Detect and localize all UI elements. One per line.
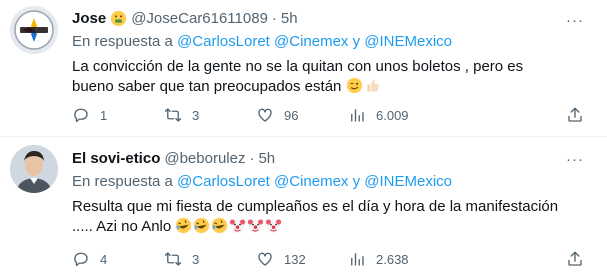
tweet[interactable]: El sovi-etico @beborulez · 5h ··· En res… [0,137,607,277]
thumbs-up-emoji-icon [366,79,379,92]
tweet[interactable]: Jose @JoseCar61611089 · 5h ··· En respue… [0,0,607,137]
reply-prefix: En respuesta a [72,173,173,190]
share-icon [568,107,582,122]
timestamp[interactable]: 5h [258,150,275,167]
timestamp[interactable]: 5h [281,10,298,27]
views-count: 2.638 [376,251,409,267]
rofl-emoji-icon [212,217,228,234]
mention-link[interactable]: @INEMexico [364,173,452,190]
tweet-text-line: bueno saber que tan preocupados están [72,78,342,95]
reply-button[interactable]: 1 [72,105,107,125]
more-options-icon[interactable]: ··· [565,149,585,169]
author-name[interactable]: El sovi-etico [72,150,160,167]
retweet-count: 3 [192,107,200,123]
tweet-text-line: ..... Azi no Anlo [72,218,172,235]
reply-context: En respuesta a @CarlosLoret @Cinemex y @… [72,33,452,50]
reply-count: 4 [100,251,108,267]
author-name[interactable]: Jose [72,10,106,27]
tweet-actions: 4 3 132 2.638 [72,249,582,269]
winking-face-emoji-icon [346,77,362,94]
heart-icon [258,108,272,122]
tweet-text: Resulta que mi fiesta de cumpleaños es e… [72,197,592,237]
clown-face-emoji-icon [230,219,246,234]
tweet-header: El sovi-etico @beborulez · 5h [72,148,275,168]
retweet-icon [164,252,182,266]
more-options-icon[interactable]: ··· [565,10,585,30]
share-icon [568,251,582,266]
mention-link[interactable]: @CarlosLoret [177,173,270,190]
profile-photo-icon [10,145,58,193]
mention-link[interactable]: @CarlosLoret [177,33,270,50]
author-handle[interactable]: @beborulez [164,150,245,167]
retweet-button[interactable]: 3 [164,249,199,269]
mention-joiner: y [352,33,361,50]
views-button[interactable]: 2.638 [348,249,409,269]
mention-link[interactable]: @Cinemex [274,173,348,190]
clown-face-emoji-icon [248,219,264,234]
tweet-text-line-2: ..... Azi no Anlo [72,217,592,237]
reply-count: 1 [100,107,108,123]
money-mouth-emoji-icon [111,10,127,26]
author-handle[interactable]: @JoseCar61611089 [131,10,268,27]
views-chart-icon [351,253,364,266]
avatar[interactable] [10,6,58,54]
rofl-emoji-icon [176,217,192,234]
like-button[interactable]: 96 [256,105,298,125]
retweet-button[interactable]: 3 [164,105,199,125]
reply-icon [74,108,88,123]
reply-context: En respuesta a @CarlosLoret @Cinemex y @… [72,173,452,190]
separator-dot: · [271,9,277,27]
share-button[interactable] [566,249,594,269]
separator-dot: · [249,149,255,167]
mention-link[interactable]: @INEMexico [364,33,452,50]
views-count: 6.009 [376,107,409,123]
tweet-actions: 1 3 96 6.009 [72,105,582,125]
like-button[interactable]: 132 [256,249,306,269]
retweet-count: 3 [192,251,200,267]
views-button[interactable]: 6.009 [348,105,409,125]
tweet-text-line: La convicción de la gente no se la quita… [72,58,524,75]
tweet-text-line-2: bueno saber que tan preocupados están [72,77,592,97]
steelers-logo-icon [10,6,58,54]
tweet-header: Jose @JoseCar61611089 · 5h [72,8,298,28]
reply-icon [74,252,88,267]
like-count: 132 [284,251,306,267]
retweet-icon [164,108,182,122]
tweet-text: La convicción de la gente no se la quita… [72,57,592,97]
share-button[interactable] [566,105,594,125]
heart-icon [258,252,272,266]
views-chart-icon [351,109,364,122]
reply-prefix: En respuesta a [72,33,173,50]
reply-button[interactable]: 4 [72,249,107,269]
rofl-emoji-icon [194,217,210,234]
mention-link[interactable]: @Cinemex [274,33,348,50]
avatar[interactable] [10,145,58,193]
mention-joiner: y [352,173,361,190]
like-count: 96 [284,107,299,123]
clown-face-emoji-icon [266,219,282,234]
tweet-text-line: Resulta que mi fiesta de cumpleaños es e… [72,198,559,215]
